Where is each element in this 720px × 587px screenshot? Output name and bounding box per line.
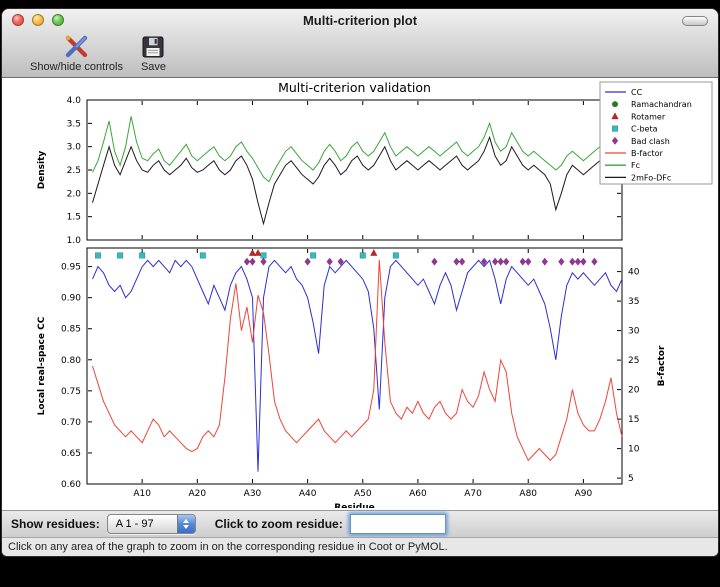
- svg-text:1.5: 1.5: [67, 213, 81, 223]
- status-bar: Click on any area of the graph to zoom i…: [2, 537, 718, 556]
- cc-bfactor-axes: [87, 248, 622, 484]
- svg-text:3.5: 3.5: [67, 119, 81, 129]
- svg-text:1.0: 1.0: [67, 236, 82, 246]
- svg-text:Residue: Residue: [334, 503, 374, 508]
- svg-text:C-beta: C-beta: [631, 125, 658, 134]
- zoom-button[interactable]: [52, 14, 64, 26]
- popup-stepper-icon: [177, 515, 195, 533]
- svg-text:Ramachandran: Ramachandran: [631, 100, 692, 109]
- svg-text:A80: A80: [519, 489, 537, 499]
- svg-text:30: 30: [628, 327, 640, 337]
- show-hide-controls-button[interactable]: Show/hide controls: [30, 33, 123, 73]
- svg-text:A50: A50: [354, 489, 372, 499]
- svg-text:0.95: 0.95: [61, 263, 81, 273]
- svg-text:A10: A10: [133, 489, 151, 499]
- save-label: Save: [141, 61, 166, 73]
- svg-text:20: 20: [628, 386, 640, 396]
- save-button[interactable]: Save: [141, 33, 166, 73]
- zoom-residue-input[interactable]: [350, 514, 446, 534]
- svg-text:0.90: 0.90: [61, 294, 81, 304]
- svg-text:CC: CC: [631, 88, 643, 97]
- svg-text:Rotamer: Rotamer: [631, 112, 666, 121]
- status-message: Click on any area of the graph to zoom i…: [8, 541, 448, 553]
- svg-text:A60: A60: [409, 489, 427, 499]
- titlebar[interactable]: Multi-criterion plot: [2, 9, 718, 31]
- crossed-tools-icon: [62, 33, 90, 60]
- density-axes: [87, 100, 622, 240]
- svg-text:40: 40: [628, 268, 640, 278]
- close-button[interactable]: [12, 14, 24, 26]
- svg-text:5: 5: [628, 474, 634, 484]
- svg-text:0.60: 0.60: [61, 480, 81, 490]
- svg-text:35: 35: [628, 297, 639, 307]
- svg-text:Multi-criterion validation: Multi-criterion validation: [278, 80, 431, 95]
- svg-text:0.80: 0.80: [61, 356, 81, 366]
- save-floppy-icon: [141, 33, 165, 60]
- show-hide-controls-label: Show/hide controls: [30, 61, 123, 73]
- svg-text:A40: A40: [299, 489, 317, 499]
- show-residues-label: Show residues:: [11, 517, 100, 531]
- svg-text:0.75: 0.75: [61, 387, 81, 397]
- svg-text:B-factor: B-factor: [631, 149, 664, 158]
- controls-bar: Show residues: A 1 - 97 Click to zoom re…: [2, 510, 718, 537]
- svg-text:0.85: 0.85: [61, 325, 81, 335]
- svg-text:Bad clash: Bad clash: [631, 137, 670, 146]
- svg-text:10: 10: [628, 445, 640, 455]
- svg-text:2.0: 2.0: [67, 189, 82, 199]
- svg-text:15: 15: [628, 415, 639, 425]
- svg-text:0.70: 0.70: [61, 418, 81, 428]
- toolbar: Show/hide controls Save: [2, 31, 718, 73]
- multi-criterion-plot-window: Multi-criterion plot Show/hide controls: [1, 8, 719, 557]
- plot-content-area: Multi-criterion validation 1.0 1.5 2.0 2.5 3.…: [2, 78, 718, 510]
- svg-text:Local real-space CC: Local real-space CC: [37, 316, 47, 415]
- svg-text:2mFo-DFc: 2mFo-DFc: [631, 173, 671, 182]
- svg-text:A20: A20: [189, 489, 207, 499]
- zoom-residue-label: Click to zoom residue:: [215, 517, 343, 531]
- svg-text:Fc: Fc: [631, 161, 640, 170]
- toolbar-toggle-button[interactable]: [682, 16, 708, 26]
- residue-range-dropdown[interactable]: A 1 - 97: [107, 514, 196, 534]
- svg-text:Density: Density: [37, 151, 47, 190]
- svg-text:A30: A30: [244, 489, 262, 499]
- svg-text:2.5: 2.5: [67, 166, 81, 176]
- figure-svg: Multi-criterion validation 1.0 1.5 2.0 2.5 3.…: [2, 78, 716, 508]
- svg-text:A90: A90: [575, 489, 593, 499]
- residue-range-value: A 1 - 97: [108, 515, 177, 533]
- window-chrome: Multi-criterion plot Show/hide controls: [2, 9, 718, 78]
- minimize-button[interactable]: [32, 14, 44, 26]
- svg-text:A70: A70: [464, 489, 482, 499]
- window-title: Multi-criterion plot: [303, 13, 417, 28]
- svg-text:25: 25: [628, 356, 639, 366]
- svg-text:B-factor: B-factor: [657, 345, 667, 386]
- svg-text:3.0: 3.0: [67, 143, 82, 153]
- multi-criterion-figure[interactable]: Multi-criterion validation 1.0 1.5 2.0 2.5 3.…: [2, 78, 716, 508]
- svg-text:0.65: 0.65: [61, 449, 81, 459]
- svg-text:4.0: 4.0: [67, 96, 82, 106]
